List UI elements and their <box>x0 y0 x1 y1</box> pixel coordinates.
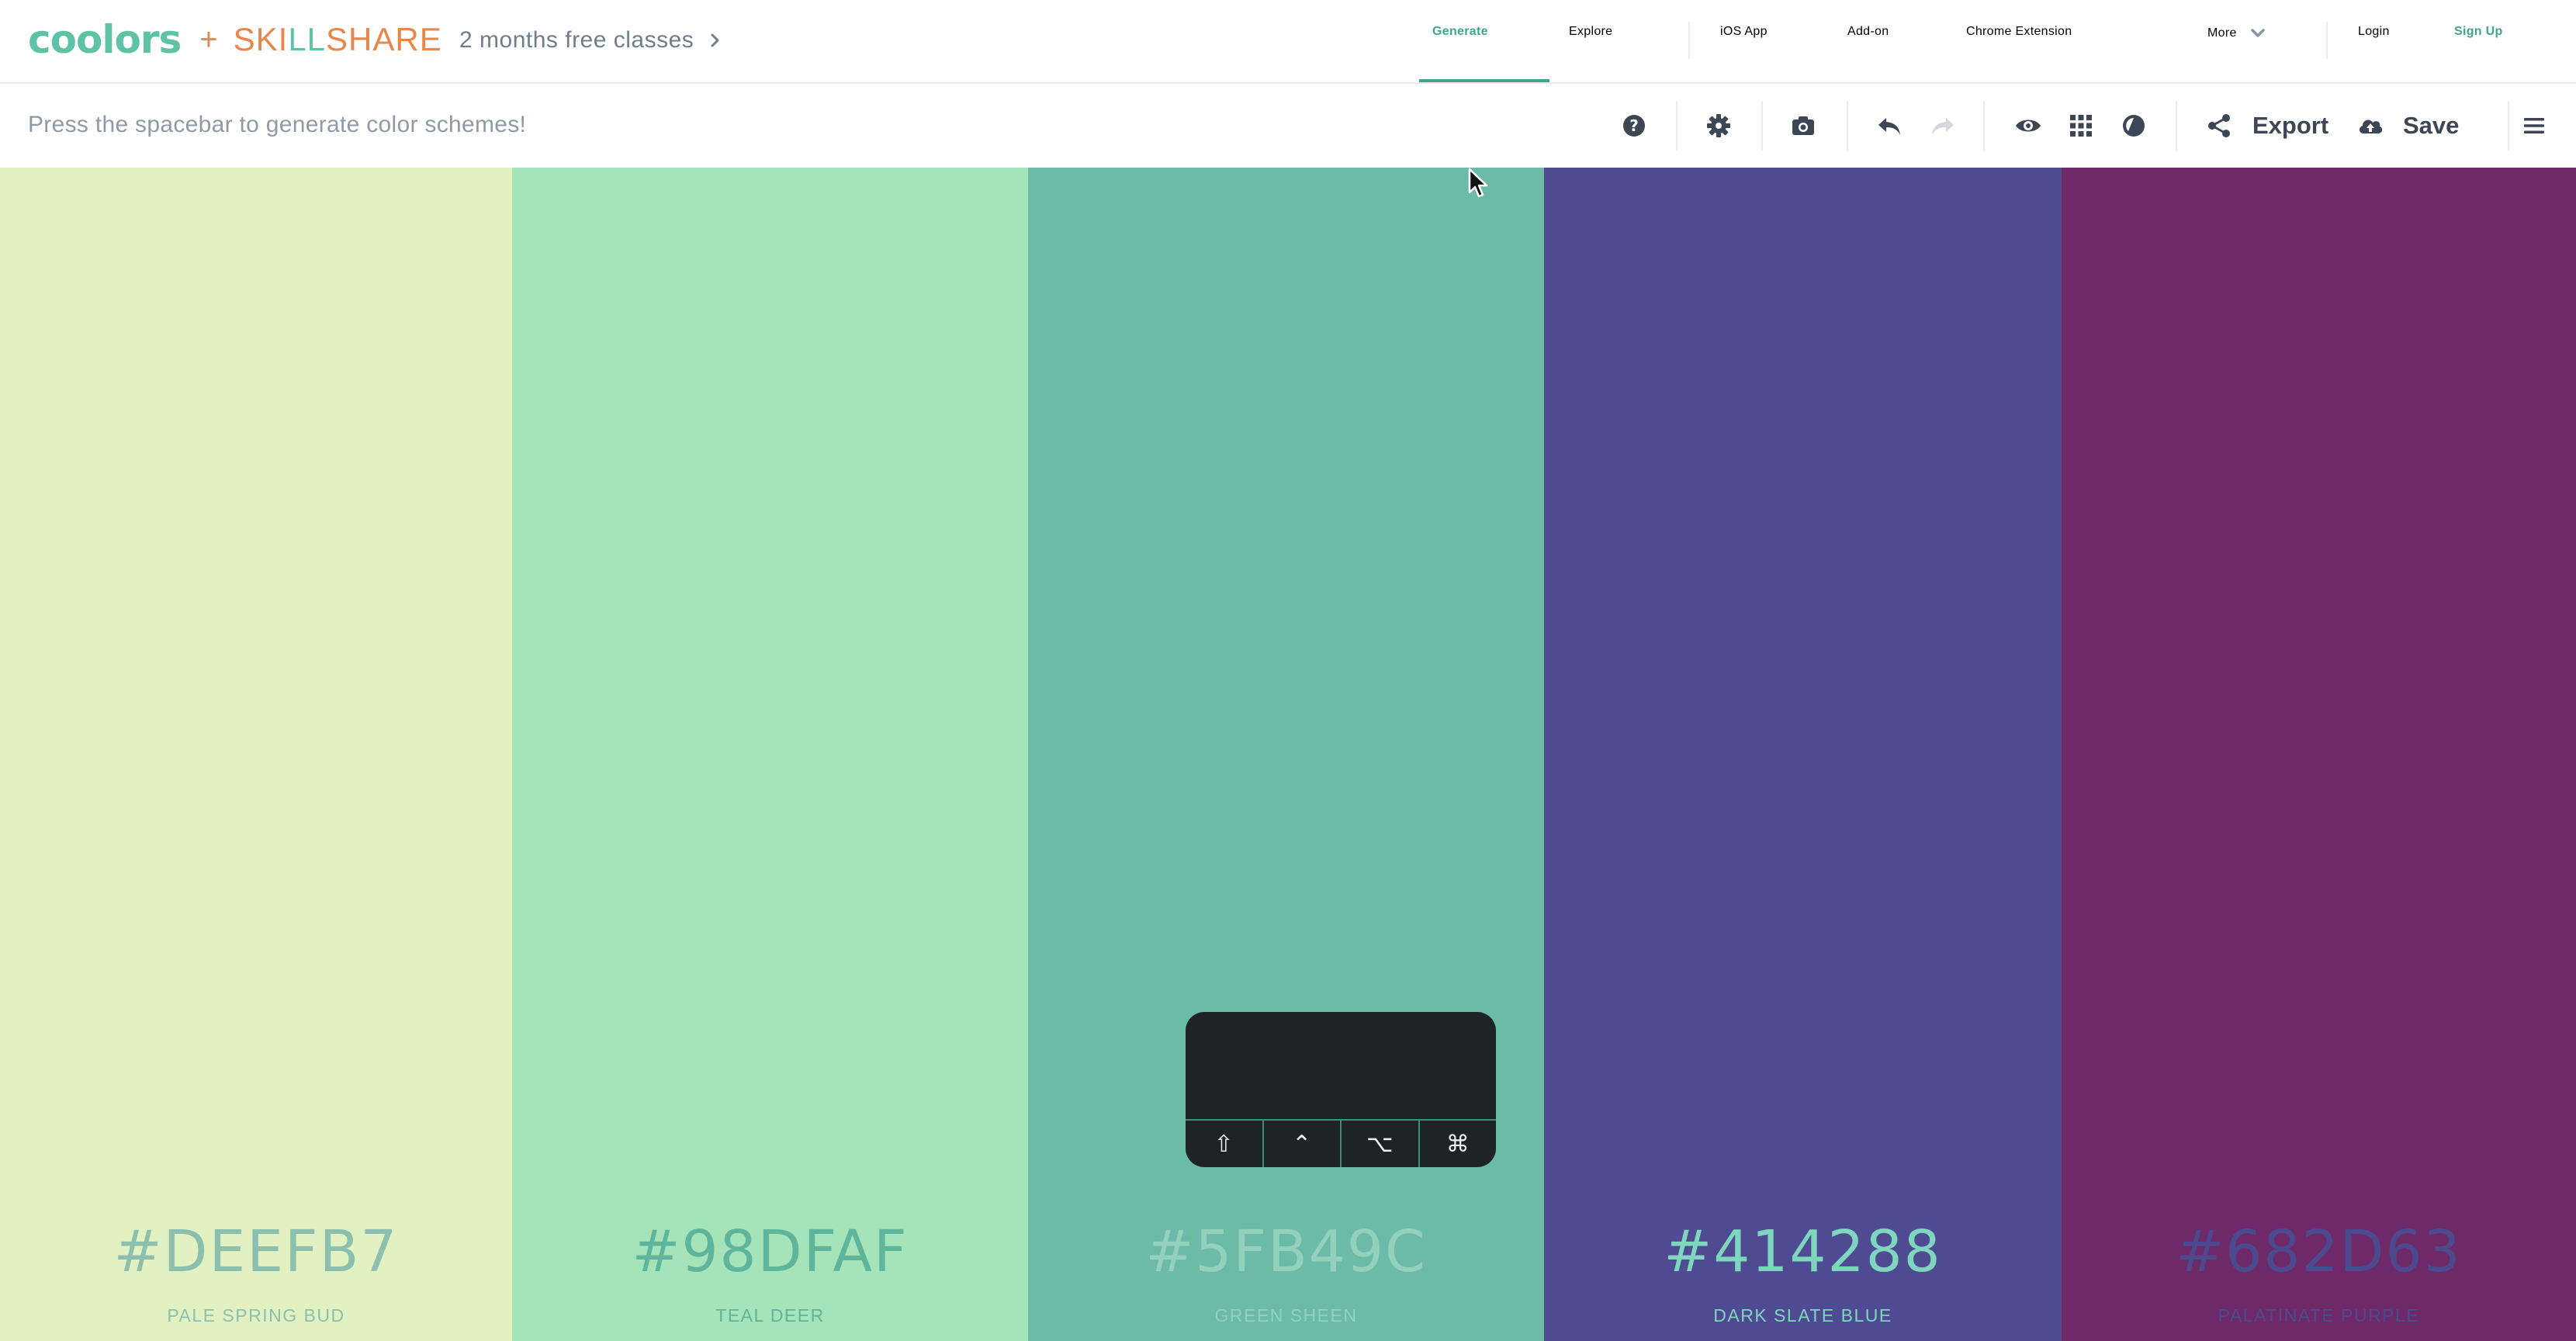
skillshare-letter: E <box>419 21 442 57</box>
color-swatch[interactable]: #414288 DARK SLATE BLUE <box>1544 168 2062 1341</box>
chevron-down-icon <box>2251 29 2266 37</box>
divider <box>1847 101 1848 151</box>
active-tab-indicator <box>1419 79 1549 82</box>
eye-icon[interactable] <box>2014 112 2042 140</box>
color-swatch[interactable]: #DEEFB7 PALE SPRING BUD <box>0 168 512 1341</box>
skillshare-letter: H <box>348 21 373 57</box>
skillshare-logo[interactable]: SKILLSHARE <box>234 21 442 58</box>
cloud-upload-icon[interactable] <box>2356 112 2384 140</box>
nav-signup[interactable]: Sign Up <box>2454 25 2503 39</box>
hex-code[interactable]: #5FB49C <box>1028 1218 1544 1285</box>
color-name[interactable]: GREEN SHEEN <box>1028 1305 1544 1326</box>
export-button[interactable]: Export <box>2252 112 2328 140</box>
control-key-icon: ⌃ <box>1264 1121 1342 1167</box>
toolbar: Press the spacebar to generate color sch… <box>0 84 2576 168</box>
skillshare-letter: L <box>288 21 307 57</box>
top-navbar: coolors + SKILLSHARE 2 months free class… <box>0 0 2576 84</box>
promo-link[interactable]: 2 months free classes <box>459 23 723 57</box>
nav-more[interactable]: More <box>2207 25 2266 42</box>
shift-key-icon: ⇧ <box>1186 1121 1264 1167</box>
skillshare-letter: L <box>306 21 327 57</box>
hex-code[interactable]: #98DFAF <box>512 1218 1028 1285</box>
hex-code[interactable]: #DEEFB7 <box>0 1218 512 1285</box>
camera-icon[interactable] <box>1789 112 1817 140</box>
undo-icon[interactable] <box>1875 112 1903 140</box>
brand-plus: + <box>199 22 218 57</box>
color-name[interactable]: PALE SPRING BUD <box>0 1305 512 1326</box>
mouse-cursor-icon <box>1468 168 1488 198</box>
nav-login[interactable]: Login <box>2358 25 2390 39</box>
nav-addon[interactable]: Add-on <box>1847 25 1889 39</box>
menu-icon[interactable] <box>2520 112 2548 140</box>
grid-icon[interactable] <box>2067 112 2095 140</box>
nav-ios-app[interactable]: iOS App <box>1720 25 1768 39</box>
divider <box>2326 22 2328 59</box>
color-name[interactable]: TEAL DEER <box>512 1305 1028 1326</box>
color-name[interactable]: PALATINATE PURPLE <box>2062 1305 2576 1326</box>
save-button[interactable]: Save <box>2403 112 2459 140</box>
color-swatch[interactable]: #98DFAF TEAL DEER <box>512 168 1028 1341</box>
coolors-logo[interactable]: coolors <box>28 17 182 62</box>
hex-code[interactable]: #414288 <box>1544 1218 2062 1285</box>
skillshare-letter: K <box>255 21 279 57</box>
promo-text: 2 months free classes <box>459 27 694 53</box>
divider <box>1761 101 1763 151</box>
hex-code[interactable]: #682D63 <box>2062 1218 2576 1285</box>
help-icon[interactable]: ? <box>1620 112 1648 140</box>
svg-text:?: ? <box>1629 116 1639 135</box>
skillshare-letter: I <box>278 21 289 57</box>
command-key-icon: ⌘ <box>1446 1130 1470 1158</box>
color-swatch[interactable]: #682D63 PALATINATE PURPLE <box>2062 168 2576 1341</box>
nav-chrome-extension[interactable]: Chrome Extension <box>1966 25 2072 39</box>
divider <box>1983 101 1985 151</box>
divider <box>2508 101 2509 151</box>
divider <box>1676 101 1678 151</box>
option-key-icon: ⌥ <box>1342 1121 1420 1167</box>
nav-explore[interactable]: Explore <box>1569 25 1612 39</box>
brand[interactable]: coolors + SKILLSHARE <box>28 17 442 62</box>
chevron-right-icon <box>711 33 719 47</box>
keyboard-modifier-overlay: ⇧ ⌃ ⌥ ⌘ <box>1186 1012 1496 1167</box>
color-name[interactable]: DARK SLATE BLUE <box>1544 1305 2062 1326</box>
redo-icon[interactable] <box>1929 112 1957 140</box>
modifier-keys: ⇧ ⌃ ⌥ ⌘ <box>1186 1119 1496 1167</box>
spacebar-hint: Press the spacebar to generate color sch… <box>28 112 527 137</box>
divider <box>1688 22 1690 59</box>
divider <box>2176 101 2177 151</box>
nav-generate[interactable]: Generate <box>1432 25 1488 39</box>
skillshare-letter: S <box>233 21 256 57</box>
skillshare-letter: R <box>395 21 420 57</box>
settings-icon[interactable] <box>1705 112 1733 140</box>
skillshare-letter: A <box>372 21 396 57</box>
nav-more-label: More <box>2207 26 2237 40</box>
contrast-icon[interactable] <box>2120 112 2148 140</box>
share-icon[interactable] <box>2205 112 2233 140</box>
skillshare-letter: S <box>326 21 349 57</box>
